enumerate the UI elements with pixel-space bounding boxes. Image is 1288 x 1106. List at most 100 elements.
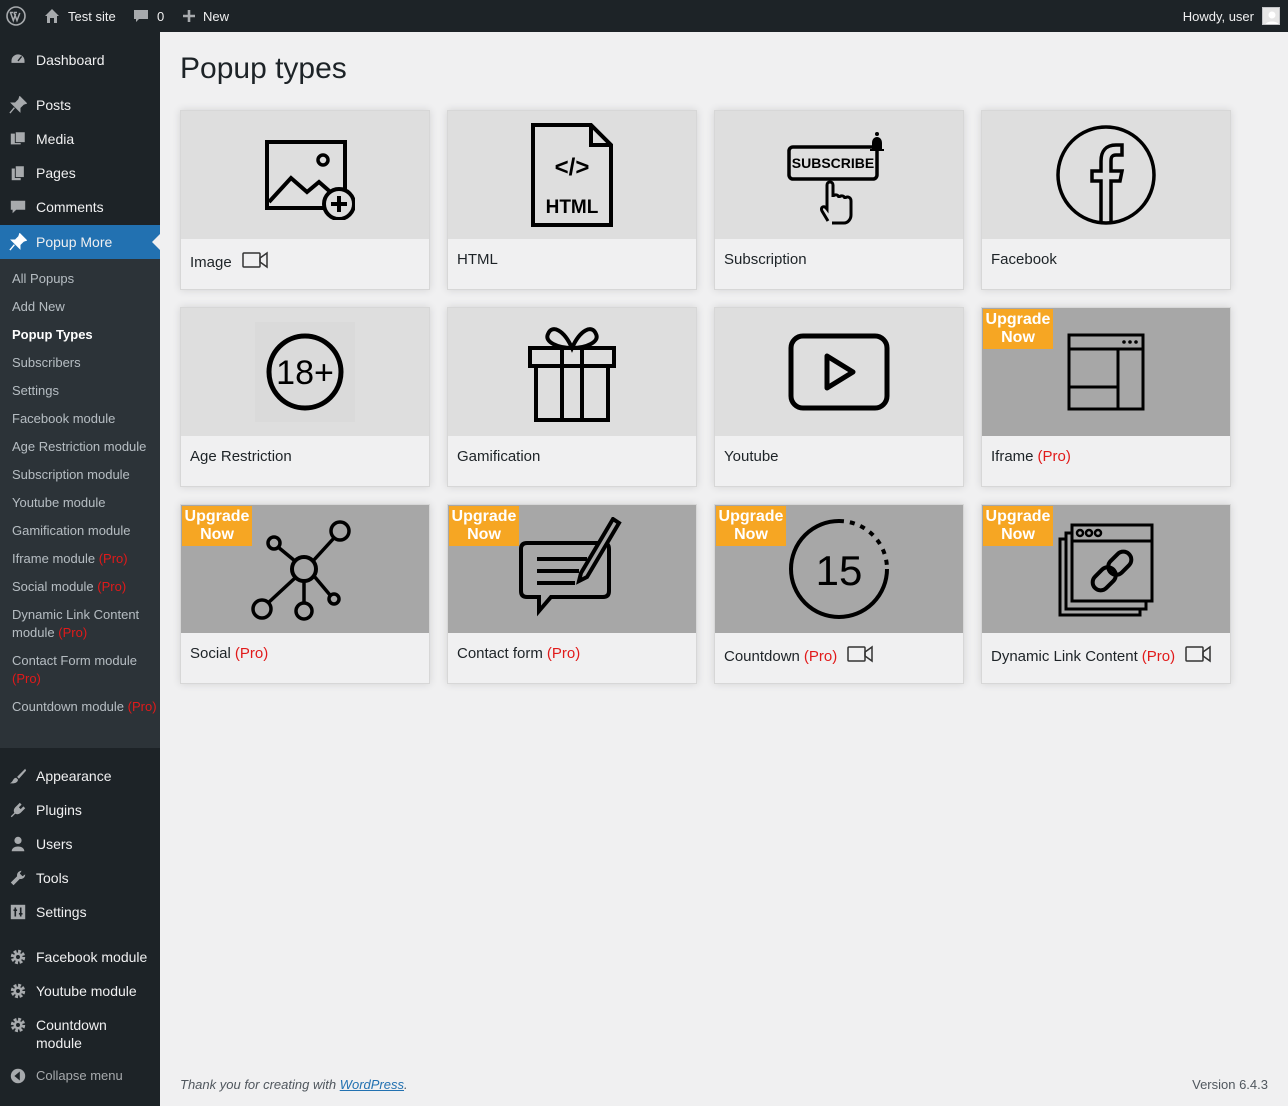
new-content-link[interactable]: New: [182, 0, 229, 32]
my-account-link[interactable]: Howdy, user: [1183, 0, 1280, 32]
sidebar-item-plugins[interactable]: Plugins: [0, 800, 160, 820]
social-network-icon: [251, 520, 351, 621]
gear-icon: [8, 981, 28, 1001]
submenu-dynamic-link-content-module[interactable]: Dynamic Link Content module (Pro): [12, 606, 157, 642]
pages-icon: [8, 163, 28, 183]
upgrade-now-badge[interactable]: Upgrade Now: [449, 506, 519, 546]
howdy-text: Howdy, user: [1182, 8, 1254, 24]
svg-text:</>: </>: [555, 154, 590, 181]
submenu-popup-types[interactable]: Popup Types: [12, 326, 157, 344]
video-icon[interactable]: [847, 645, 873, 667]
site-name: Test site: [68, 8, 116, 24]
video-icon[interactable]: [1185, 645, 1211, 667]
comment-icon: [8, 197, 28, 217]
wrench-icon: [8, 868, 28, 888]
gear-icon: [8, 1015, 28, 1035]
svg-text:18+: 18+: [276, 354, 334, 392]
upgrade-now-badge[interactable]: Upgrade Now: [716, 506, 786, 546]
sidebar-item-media[interactable]: Media: [0, 129, 160, 149]
sidebar-item-posts[interactable]: Posts: [0, 95, 160, 115]
user-icon: [8, 834, 28, 854]
submenu-all-popups[interactable]: All Popups: [12, 270, 157, 288]
card-label: Countdown (Pro): [724, 645, 873, 667]
age-18-icon: 18+: [255, 322, 355, 422]
popup-more-submenu: All Popups Add New Popup Types Subscribe…: [0, 259, 160, 748]
wordpress-logo-icon[interactable]: [6, 0, 26, 32]
footer-thanks: Thank you for creating with WordPress.: [180, 1077, 408, 1092]
upgrade-now-badge[interactable]: Upgrade Now: [983, 506, 1053, 546]
submenu-youtube-module[interactable]: Youtube module: [12, 494, 157, 512]
popup-type-card-youtube[interactable]: Youtube: [714, 307, 964, 487]
footer-version: Version 6.4.3: [1192, 1077, 1268, 1092]
submenu-subscription-module[interactable]: Subscription module: [12, 466, 157, 484]
submenu-contact-form-module[interactable]: Contact Form module (Pro): [12, 652, 157, 688]
link-content-icon: [1058, 523, 1154, 617]
card-label: Social (Pro): [190, 645, 269, 662]
comments-count: 0: [157, 8, 165, 24]
new-label: New: [203, 8, 230, 24]
popup-type-card-age-restriction[interactable]: 18+ Age Restriction: [180, 307, 430, 487]
comments-link[interactable]: 0: [133, 0, 164, 32]
collapse-menu-button[interactable]: Collapse menu: [0, 1066, 160, 1086]
card-label: Subscription: [724, 251, 807, 268]
popup-type-card-subscription[interactable]: SUBSCRIBE Subscription: [714, 110, 964, 290]
sidebar-item-popup-more[interactable]: Popup More: [0, 225, 160, 259]
contact-form-icon: [519, 517, 622, 617]
popup-type-card-contact-form[interactable]: Upgrade Now Contact form (Pro): [447, 504, 697, 684]
gift-icon: [528, 327, 616, 422]
submenu-settings[interactable]: Settings: [12, 382, 157, 400]
admin-bar: Test site 0 New Howdy, user: [0, 0, 1288, 32]
facebook-icon: [1056, 125, 1156, 225]
submenu-subscribers[interactable]: Subscribers: [12, 354, 157, 372]
sidebar-item-facebook-module[interactable]: Facebook module: [0, 947, 160, 967]
card-image-area: [715, 308, 963, 436]
submenu-facebook-module[interactable]: Facebook module: [12, 410, 157, 428]
submenu-add-new[interactable]: Add New: [12, 298, 157, 316]
wordpress-link[interactable]: WordPress: [340, 1077, 404, 1092]
sidebar-item-settings[interactable]: Settings: [0, 902, 160, 922]
popup-type-card-dynamic-link-content[interactable]: Upgrade Now Dynamic Link Content (Pro): [981, 504, 1231, 684]
submenu-age-restriction-module[interactable]: Age Restriction module: [12, 438, 157, 456]
card-image-area: </> HTML: [448, 111, 696, 239]
sidebar-item-comments[interactable]: Comments: [0, 197, 160, 217]
card-label: HTML: [457, 251, 498, 268]
sidebar-item-users[interactable]: Users: [0, 834, 160, 854]
plus-icon: [182, 9, 196, 23]
sidebar-item-dashboard[interactable]: Dashboard: [0, 50, 160, 70]
popup-type-card-image[interactable]: Image: [180, 110, 430, 290]
popup-type-card-iframe[interactable]: Upgrade Now Iframe (Pro): [981, 307, 1231, 487]
card-label: Youtube: [724, 448, 779, 465]
popup-type-card-html[interactable]: </> HTML HTML: [447, 110, 697, 290]
sidebar-item-appearance[interactable]: Appearance: [0, 766, 160, 786]
svg-text:15: 15: [816, 547, 863, 594]
card-label: Facebook: [991, 251, 1057, 268]
site-name-link[interactable]: Test site: [44, 0, 116, 32]
submenu-iframe-module[interactable]: Iframe module (Pro): [12, 550, 157, 568]
popup-type-card-facebook[interactable]: Facebook: [981, 110, 1231, 290]
pin-icon: [8, 95, 28, 115]
upgrade-now-badge[interactable]: Upgrade Now: [983, 309, 1053, 349]
media-icon: [8, 129, 28, 149]
popup-type-card-gamification[interactable]: Gamification: [447, 307, 697, 487]
sidebar-item-tools[interactable]: Tools: [0, 868, 160, 888]
video-icon[interactable]: [241, 251, 268, 273]
popup-type-card-social[interactable]: Upgrade Now Social (Pro): [180, 504, 430, 684]
collapse-icon: [8, 1066, 28, 1086]
pin-icon: [8, 232, 28, 252]
plugin-icon: [8, 800, 28, 820]
sidebar-item-pages[interactable]: Pages: [0, 163, 160, 183]
settings-icon: [8, 902, 28, 922]
card-label: Iframe (Pro): [991, 448, 1071, 465]
sidebar-item-countdown-module[interactable]: Countdown module: [0, 1015, 160, 1055]
card-image-area: [181, 111, 429, 239]
popup-type-card-countdown[interactable]: 15 Upgrade Now Countdown (Pro): [714, 504, 964, 684]
submenu-countdown-module[interactable]: Countdown module (Pro): [12, 698, 157, 716]
admin-sidebar: Dashboard Posts Media Pages Comments Pop…: [0, 32, 160, 1106]
sidebar-item-youtube-module[interactable]: Youtube module: [0, 981, 160, 1001]
youtube-icon: [788, 333, 890, 411]
submenu-gamification-module[interactable]: Gamification module: [12, 522, 157, 540]
submenu-social-module[interactable]: Social module (Pro): [12, 578, 157, 596]
card-label: Image: [190, 251, 268, 273]
gear-icon: [8, 947, 28, 967]
upgrade-now-badge[interactable]: Upgrade Now: [182, 506, 252, 546]
